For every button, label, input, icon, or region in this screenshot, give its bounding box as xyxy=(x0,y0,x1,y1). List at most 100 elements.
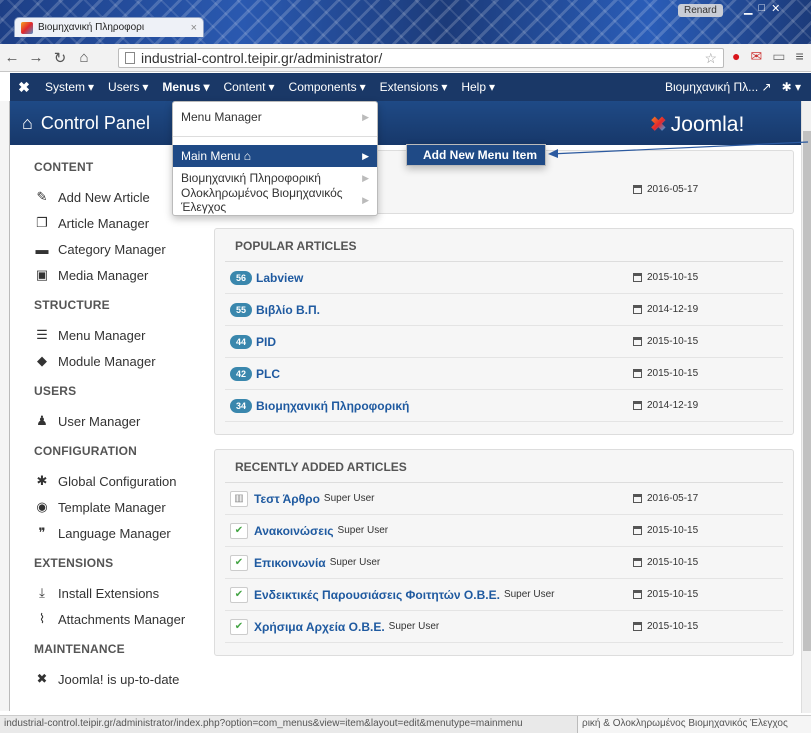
menu-content[interactable]: Content ▾ xyxy=(216,80,281,94)
table-row: ✔ Χρήσιμα Αρχεία Ο.Β.Ε. Super User 2015-10-… xyxy=(225,611,783,643)
menu-menus[interactable]: Menus ▾ xyxy=(155,80,216,94)
home-icon: ⌂ xyxy=(22,112,33,133)
folder-icon: ▬ xyxy=(35,241,49,257)
bookmark-star-icon[interactable]: ☆ xyxy=(704,50,717,67)
article-link[interactable]: Τεστ Άρθρο xyxy=(254,492,320,506)
hits-badge: 56 xyxy=(230,270,253,285)
checkmark-icon[interactable]: ✔ xyxy=(230,522,248,539)
dropdown-item-integrated-control[interactable]: Ολοκληρωμένος Βιομηχανικός Έλεγχος ▶ xyxy=(173,186,377,214)
table-row: 56 Labview 2015-10-15 xyxy=(225,262,783,294)
trash-icon[interactable]: ▥ xyxy=(230,490,248,507)
chevron-right-icon: ▶ xyxy=(362,172,369,183)
date: 2016-05-17 xyxy=(633,493,783,504)
user-settings-icon[interactable]: ✱ ▾ xyxy=(782,80,801,94)
article-link[interactable]: Επικοινωνία xyxy=(254,556,326,570)
page-icon xyxy=(125,52,135,64)
scrollbar[interactable] xyxy=(801,101,811,713)
sidebar-section-title: MAINTENANCE xyxy=(34,642,125,656)
menu-help[interactable]: Help ▾ xyxy=(454,80,502,94)
table-row: 55 Βιβλίο Β.Π. 2014-12-19 xyxy=(225,294,783,326)
menu-system[interactable]: System ▾ xyxy=(38,80,101,94)
hits-badge: 44 xyxy=(230,334,253,349)
author: Super User xyxy=(388,621,440,632)
site-name: Βιομηχανική Πλ... xyxy=(664,80,759,94)
calendar-icon xyxy=(633,590,642,599)
dropdown-item-label: Main Menu xyxy=(181,149,241,163)
maximize-icon[interactable]: □ xyxy=(758,2,765,15)
checkmark-icon[interactable]: ✔ xyxy=(230,554,248,571)
menu-components-label: Components xyxy=(288,80,357,94)
sidebar-item[interactable]: ▣ Media Manager xyxy=(24,262,210,288)
sidebar-section-title: EXTENSIONS xyxy=(34,556,114,570)
article-link[interactable]: PID xyxy=(256,335,276,349)
article-link[interactable]: Labview xyxy=(256,271,303,285)
sidebar-item[interactable]: ⤓ Install Extensions xyxy=(24,580,210,606)
dropdown-item-menu-manager[interactable]: Menu Manager ▶ xyxy=(173,106,377,128)
date-value: 2016-05-17 xyxy=(647,493,699,504)
divider xyxy=(173,136,377,137)
address-bar[interactable]: industrial-control.teipir.gr/administrat… xyxy=(118,48,724,68)
sidebar-item-label: Add New Article xyxy=(58,189,150,205)
browser-titlebar: Βιομηχανική Πληροφορι × Renard ▁ □ ✕ xyxy=(0,0,811,44)
menu-users-label: Users xyxy=(108,80,140,94)
forward-icon[interactable]: → xyxy=(24,49,48,66)
menu-menus-label: Menus xyxy=(162,80,201,94)
checkmark-icon[interactable]: ✔ xyxy=(230,618,248,635)
sidebar-item[interactable]: ◉ Template Manager xyxy=(24,494,210,520)
article-link[interactable]: Ενδεικτικές Παρουσιάσεις Φοιτητών Ο.Β.Ε. xyxy=(254,588,500,602)
site-link[interactable]: Βιομηχανική Πλ... ↗ xyxy=(665,80,772,94)
date-value: 2014-12-19 xyxy=(647,304,699,315)
dropdown-item-main-menu[interactable]: Main Menu ⌂ ▶ xyxy=(173,145,377,167)
menu-components[interactable]: Components ▾ xyxy=(282,80,373,94)
joomla-admin-menubar: ✖ System ▾ Users ▾ Menus ▾ Content ▾ Com… xyxy=(10,73,811,101)
date-value: 2016-05-17 xyxy=(647,183,699,195)
sidebar-item[interactable]: ☰ Menu Manager xyxy=(24,322,210,348)
sidebar-item[interactable]: ♟ User Manager xyxy=(24,408,210,434)
window-controls: ▁ □ ✕ xyxy=(744,2,780,15)
recent-articles-panel: RECENTLY ADDED ARTICLES ▥ Τεστ Άρθρο Super… xyxy=(214,449,794,656)
joomla-logo: ✖ Joomla! xyxy=(650,112,744,137)
minimize-icon[interactable]: ▁ xyxy=(744,2,752,15)
chevron-right-icon: ▶ xyxy=(362,194,369,205)
chrome-menu-icon[interactable]: ≡ xyxy=(795,48,803,65)
document-extension-icon[interactable]: ▭ xyxy=(772,48,785,65)
article-link[interactable]: Βιομηχανική Πληροφορική xyxy=(256,399,409,413)
mail-extension-icon[interactable]: ✉ xyxy=(750,48,762,65)
sidebar-item[interactable]: ✱ Global Configuration xyxy=(24,468,210,494)
sidebar-section-title: USERS xyxy=(34,384,77,398)
calendar-icon xyxy=(633,526,642,535)
chevron-right-icon: ▶ xyxy=(362,111,369,122)
browser-tab[interactable]: Βιομηχανική Πληροφορι × xyxy=(14,17,204,37)
reload-icon[interactable]: ↻ xyxy=(48,49,72,67)
profile-badge[interactable]: Renard xyxy=(678,4,723,17)
add-new-menu-item[interactable]: Add New Menu Item xyxy=(407,145,545,165)
article-link[interactable]: Βιβλίο Β.Π. xyxy=(256,303,320,317)
joomla-menu-icon[interactable]: ✖ xyxy=(10,79,38,96)
article-link[interactable]: Ανακοινώσεις xyxy=(254,524,334,538)
stack-icon: ❐ xyxy=(36,215,48,230)
sidebar-item[interactable]: ❞ Language Manager xyxy=(24,520,210,546)
back-icon[interactable]: ← xyxy=(0,49,24,66)
sidebar-item[interactable]: ◆ Module Manager xyxy=(24,348,210,374)
sidebar-item-label: Joomla! is up-to-date xyxy=(58,671,180,687)
menu-users[interactable]: Users ▾ xyxy=(101,80,155,94)
sidebar-item[interactable]: ▬ Category Manager xyxy=(24,236,210,262)
menu-extensions[interactable]: Extensions ▾ xyxy=(373,80,455,94)
calendar-icon xyxy=(633,401,642,410)
author: Super User xyxy=(323,493,375,504)
close-window-icon[interactable]: ✕ xyxy=(771,2,780,15)
tab-close-icon[interactable]: × xyxy=(191,22,197,34)
main-menu-submenu: Add New Menu Item xyxy=(406,144,546,166)
sidebar-item[interactable]: ✖ Joomla! is up-to-date xyxy=(24,666,210,692)
sidebar-item[interactable]: ⌇ Attachments Manager xyxy=(24,606,210,632)
sidebar-item-label: Media Manager xyxy=(58,267,149,283)
opera-extension-icon[interactable]: ● xyxy=(732,48,740,65)
scrollbar-thumb[interactable] xyxy=(803,131,811,651)
home-icon[interactable]: ⌂ xyxy=(72,49,96,66)
extension-icons: ● ✉ ▭ ≡ xyxy=(732,48,804,65)
article-link[interactable]: PLC xyxy=(256,367,280,381)
checkmark-icon[interactable]: ✔ xyxy=(230,586,248,603)
sidebar-item-label: Category Manager xyxy=(58,241,166,257)
date: 2015-10-15 xyxy=(633,557,783,568)
article-link[interactable]: Χρήσιμα Αρχεία Ο.Β.Ε. xyxy=(254,620,385,634)
